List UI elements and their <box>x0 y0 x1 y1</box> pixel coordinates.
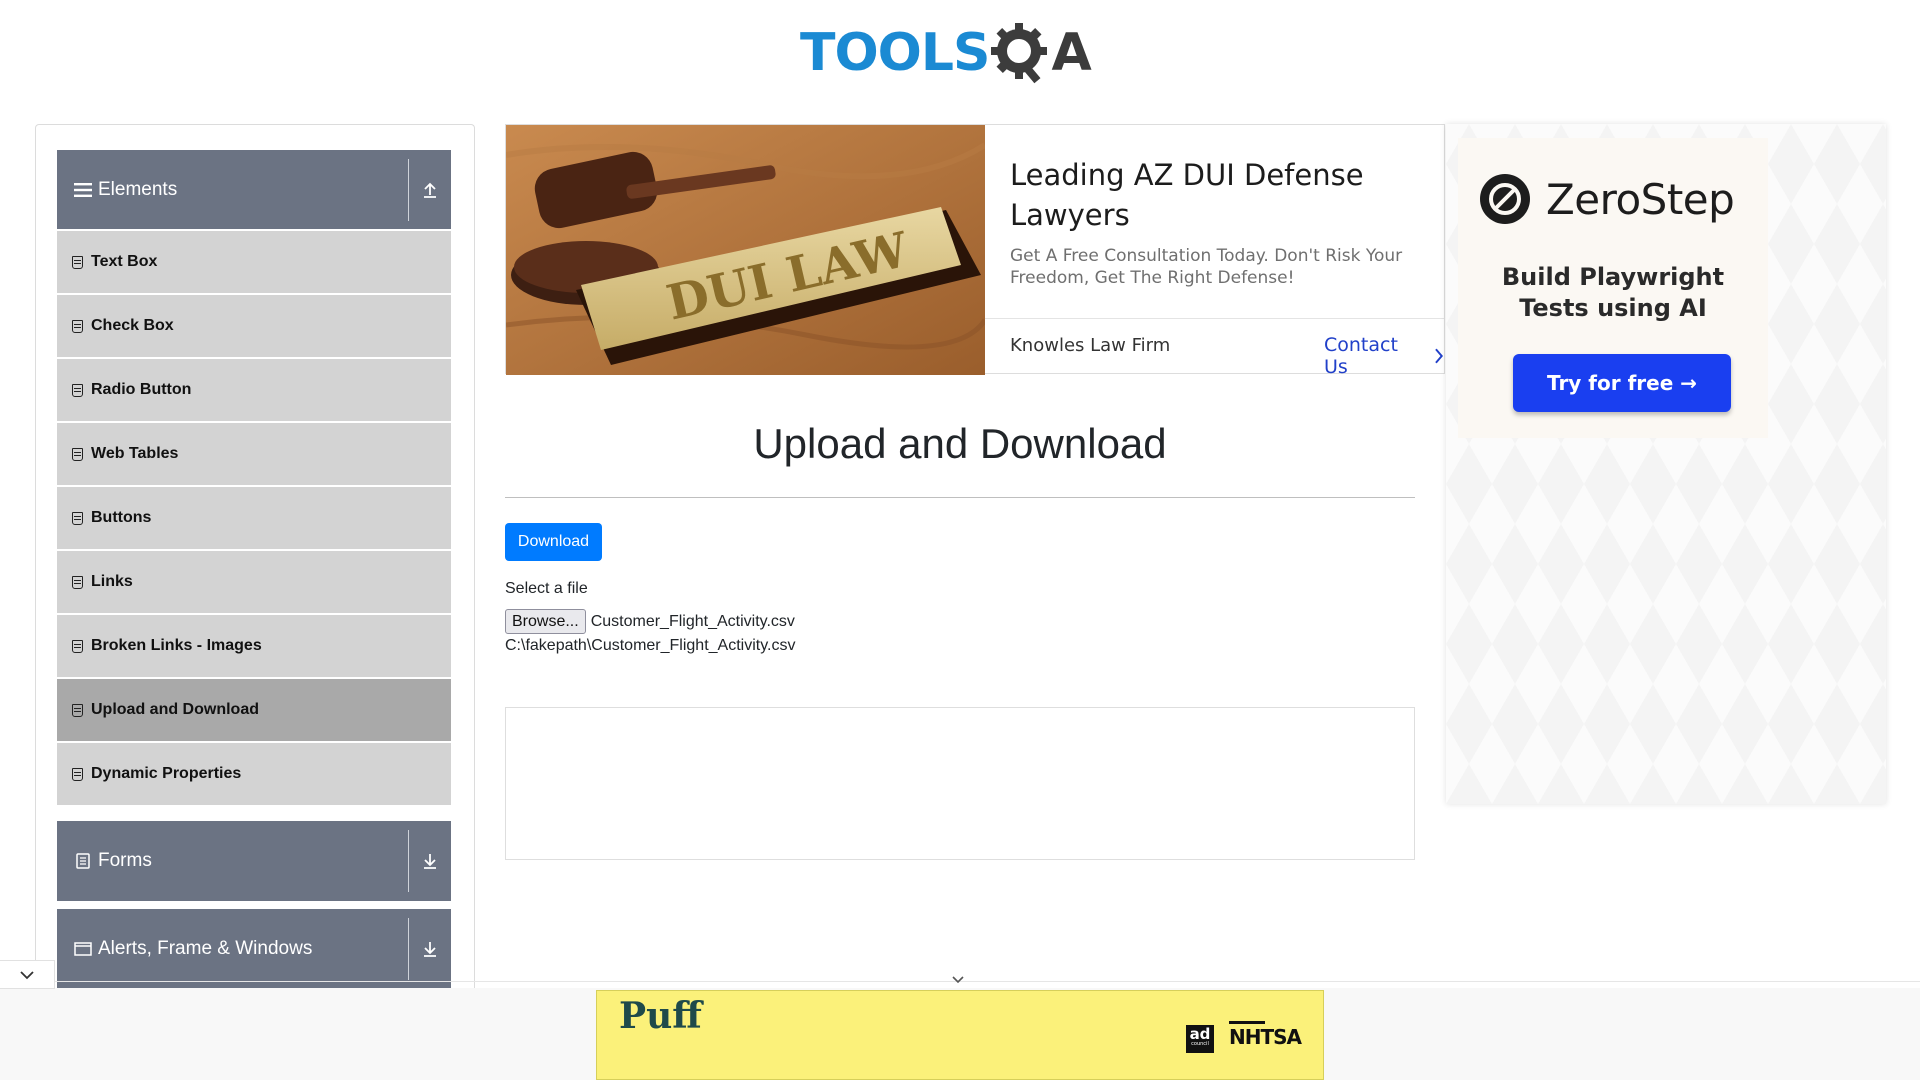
page-title: Upload and Download <box>753 420 1167 467</box>
sidebar-item-text-box[interactable]: Text Box <box>57 231 451 293</box>
html-icon <box>72 319 83 333</box>
form-icon <box>74 852 92 870</box>
html-icon <box>72 447 83 461</box>
ad-council-logo: ad council <box>1186 1025 1214 1053</box>
sidebar-item-web-tables[interactable]: Web Tables <box>57 423 451 485</box>
expand-down-icon[interactable] <box>409 852 451 870</box>
ad-firm-name: Knowles Law Firm <box>1010 335 1171 356</box>
sidebar-item-label: Buttons <box>91 509 152 526</box>
zerostep-icon <box>1480 174 1530 224</box>
sidebar-item-buttons[interactable]: Buttons <box>57 487 451 549</box>
sidebar-item-links[interactable]: Links <box>57 551 451 613</box>
sidebar-item-label: Dynamic Properties <box>91 765 242 782</box>
divider <box>985 318 1444 319</box>
zerostep-brand: ZeroStep <box>1546 174 1735 224</box>
sidebar-item-dynamic-properties[interactable]: Dynamic Properties <box>57 743 451 805</box>
sidebar-item-label: Web Tables <box>91 445 179 462</box>
uploaded-file-path: C:\fakepath\Customer_Flight_Activity.csv <box>505 637 796 654</box>
group-title-alerts: Alerts, Frame & Windows <box>98 938 313 959</box>
zerostep-subtitle-line: Tests using AI <box>1519 294 1707 322</box>
logo-tools-text: TOOLS <box>800 23 990 83</box>
sidebar-item-label: Check Box <box>91 317 174 334</box>
sidebar-item-upload-download[interactable]: Upload and Download <box>57 679 451 741</box>
sidebar-item-check-box[interactable]: Check Box <box>57 295 451 357</box>
ad-placeholder-box <box>505 707 1415 860</box>
window-icon <box>74 940 92 958</box>
sidebar-item-label: Upload and Download <box>91 701 259 718</box>
file-input[interactable]: Browse... Customer_Flight_Activity.csv <box>505 609 795 634</box>
chevron-down-icon <box>20 970 34 979</box>
html-icon <box>72 703 83 717</box>
sidebar-item-label: Broken Links - Images <box>91 637 262 654</box>
group-title-elements: Elements <box>98 178 178 200</box>
contact-us-link[interactable]: Contact Us <box>1324 334 1444 378</box>
html-icon <box>72 511 83 525</box>
html-icon <box>72 383 83 397</box>
try-for-free-button[interactable]: Try for free → <box>1513 354 1731 412</box>
zerostep-subtitle-line: Build Playwright <box>1501 263 1725 291</box>
ad-title[interactable]: Leading AZ DUI Defense Lawyers <box>1010 155 1430 235</box>
logo-a-text: A <box>1051 23 1092 83</box>
sidebar-item-label: Text Box <box>91 253 158 270</box>
divider <box>505 497 1415 498</box>
gear-search-icon <box>991 23 1048 84</box>
zerostep-logo: ZeroStep <box>1478 172 1735 226</box>
hamburger-icon <box>74 181 92 199</box>
group-title-forms: Forms <box>98 850 152 871</box>
collapse-ad-button[interactable] <box>0 960 55 989</box>
browse-button[interactable]: Browse... <box>505 609 586 634</box>
sidebar-item-radio-button[interactable]: Radio Button <box>57 359 451 421</box>
sidebar: Elements Text Box Check Box Radio Button… <box>35 124 475 1004</box>
html-icon <box>72 639 83 653</box>
puff-brand: Puff <box>619 995 702 1037</box>
group-header-forms[interactable]: Forms <box>57 821 451 901</box>
select-file-label: Select a file <box>505 580 588 597</box>
zerostep-card[interactable]: ZeroStep Build Playwright Tests using AI… <box>1458 138 1768 438</box>
chevron-down-icon <box>952 975 964 983</box>
download-button[interactable]: Download <box>505 523 602 561</box>
nhtsa-logo: NHTSA <box>1229 1025 1302 1049</box>
top-ad-banner[interactable]: DUI LAW Leading AZ DUI Defense Lawyers G… <box>505 124 1445 378</box>
logo-qa-mark: A <box>989 21 1092 85</box>
selected-file-name: Customer_Flight_Activity.csv <box>590 612 795 630</box>
contact-us-label: Contact Us <box>1324 334 1398 378</box>
toolsqa-logo[interactable]: TOOLS A <box>800 16 1092 90</box>
sidebar-item-label: Links <box>91 573 133 590</box>
html-icon <box>72 255 83 269</box>
html-icon <box>72 575 83 589</box>
chevron-right-icon <box>1435 348 1444 364</box>
bottom-ad-banner[interactable]: Puff ad council NHTSA <box>596 990 1324 1080</box>
html-icon <box>72 767 83 781</box>
ad-description: Get A Free Consultation Today. Don't Ris… <box>1010 246 1403 288</box>
group-header-alerts[interactable]: Alerts, Frame & Windows <box>57 909 451 989</box>
expand-down-icon[interactable] <box>409 940 451 958</box>
zerostep-subtitle: Build Playwright Tests using AI <box>1458 262 1768 324</box>
sidebar-item-broken-links[interactable]: Broken Links - Images <box>57 615 451 677</box>
right-ad-banner[interactable]: ZeroStep Build Playwright Tests using AI… <box>1446 124 1886 804</box>
group-header-elements[interactable]: Elements <box>57 150 451 229</box>
ad-image-dui-law[interactable]: DUI LAW <box>506 125 985 375</box>
sidebar-item-label: Radio Button <box>91 381 192 398</box>
collapse-up-icon[interactable] <box>409 181 451 199</box>
expand-ad-toggle[interactable] <box>948 971 968 987</box>
